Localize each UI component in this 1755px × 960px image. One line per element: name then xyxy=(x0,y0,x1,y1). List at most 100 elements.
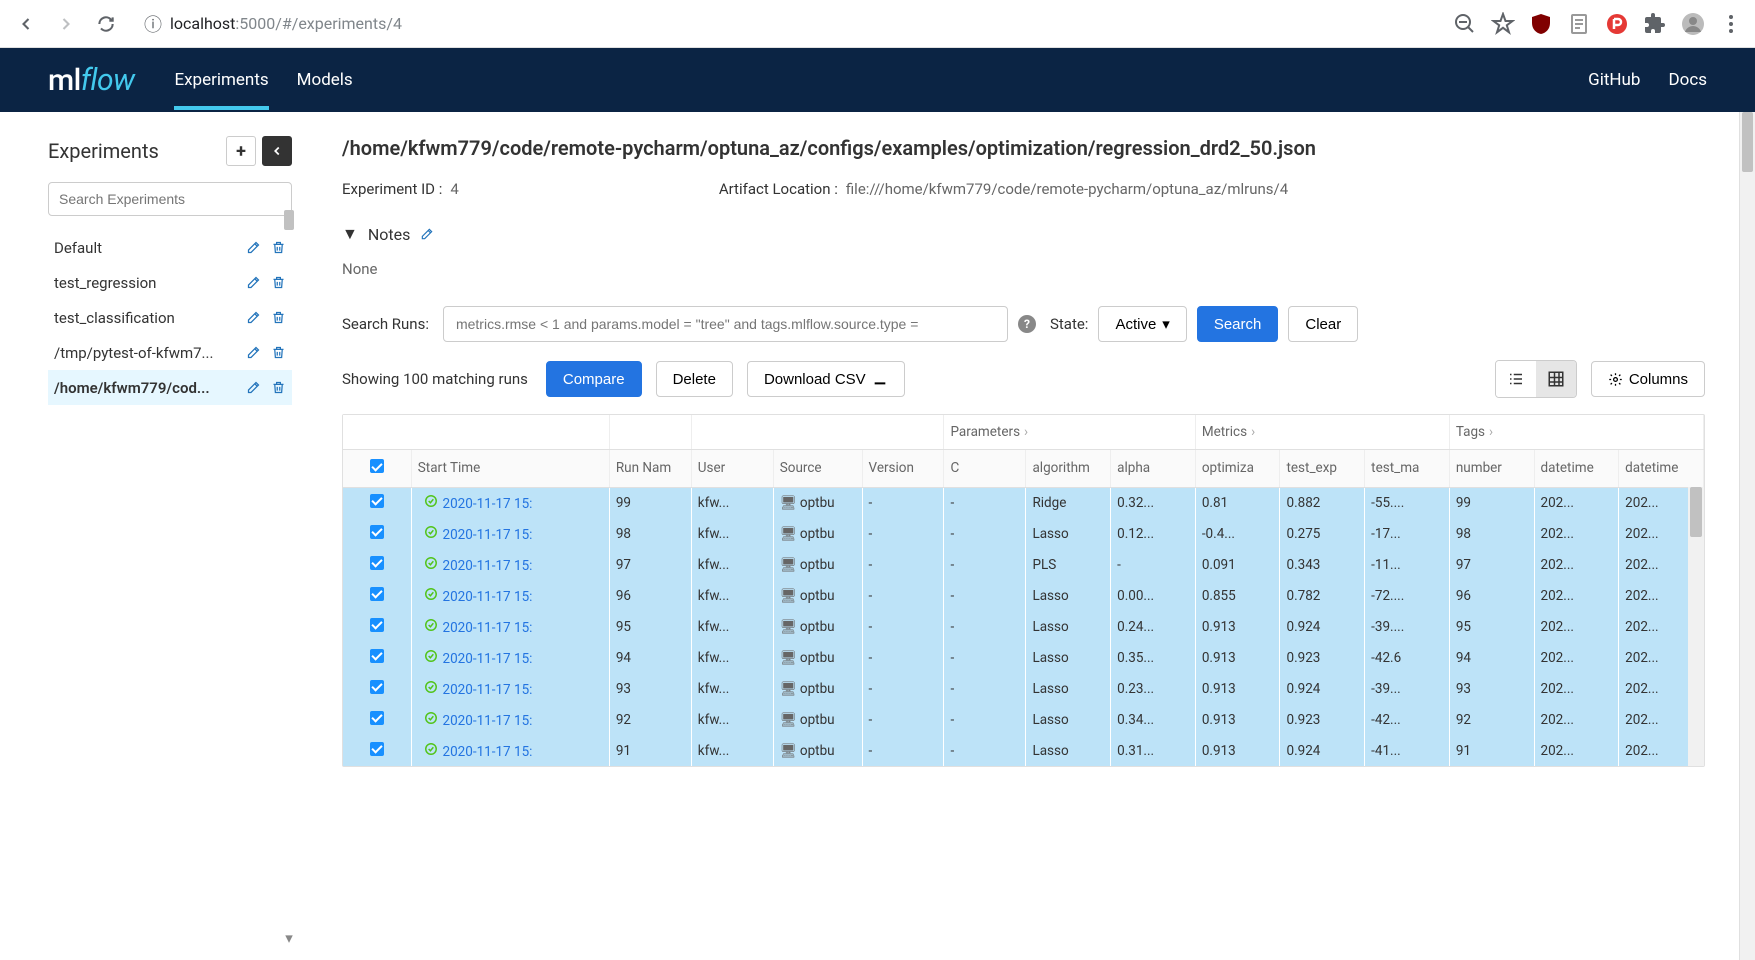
col-start[interactable]: Start Time xyxy=(411,449,609,487)
row-checkbox[interactable] xyxy=(343,518,411,549)
site-info-icon[interactable]: ⓘ xyxy=(144,11,162,37)
link-github[interactable]: GitHub xyxy=(1588,70,1640,90)
trash-icon[interactable] xyxy=(271,380,286,395)
cell-version: - xyxy=(862,704,944,735)
stop-icon[interactable] xyxy=(1605,12,1629,36)
list-view-button[interactable] xyxy=(1496,361,1536,397)
sidebar-scroll-down[interactable]: ▾ xyxy=(282,931,296,945)
table-scrollbar[interactable] xyxy=(1688,487,1704,766)
edit-icon[interactable] xyxy=(420,227,434,241)
row-checkbox[interactable] xyxy=(343,611,411,642)
col-test-max[interactable]: test_ma xyxy=(1365,449,1450,487)
select-all-checkbox[interactable] xyxy=(343,449,411,487)
col-datetime2[interactable]: datetime xyxy=(1619,449,1704,487)
experiment-item[interactable]: test_classification xyxy=(48,300,292,335)
row-checkbox[interactable] xyxy=(343,580,411,611)
edit-icon[interactable] xyxy=(246,380,261,395)
cell-start-time[interactable]: 2020-11-17 15: xyxy=(411,487,609,518)
table-row[interactable]: 2020-11-17 15: 96 kfw... 🖥optbu - - Lass… xyxy=(343,580,1704,611)
experiment-item[interactable]: Default xyxy=(48,230,292,265)
row-checkbox[interactable] xyxy=(343,549,411,580)
col-algorithm[interactable]: algorithm xyxy=(1026,449,1111,487)
cell-source: 🖥optbu xyxy=(773,673,862,704)
row-checkbox[interactable] xyxy=(343,704,411,735)
page-scrollbar[interactable] xyxy=(1739,112,1755,960)
edit-icon[interactable] xyxy=(246,240,261,255)
col-user[interactable]: User xyxy=(691,449,773,487)
reload-button[interactable] xyxy=(92,10,120,38)
cell-start-time[interactable]: 2020-11-17 15: xyxy=(411,518,609,549)
link-docs[interactable]: Docs xyxy=(1668,70,1707,90)
address-bar[interactable]: ⓘ localhost:5000/#/experiments/4 xyxy=(132,6,1441,42)
menu-icon[interactable] xyxy=(1719,12,1743,36)
edit-icon[interactable] xyxy=(246,275,261,290)
table-row[interactable]: 2020-11-17 15: 91 kfw... 🖥optbu - - Lass… xyxy=(343,735,1704,766)
search-experiments-input[interactable] xyxy=(48,182,292,216)
edit-icon[interactable] xyxy=(246,310,261,325)
column-group-metrics[interactable]: Metrics› xyxy=(1195,415,1449,449)
col-c[interactable]: C xyxy=(944,449,1026,487)
grid-view-button[interactable] xyxy=(1536,361,1576,397)
tab-models[interactable]: Models xyxy=(297,51,353,109)
document-icon[interactable] xyxy=(1567,12,1591,36)
cell-start-time[interactable]: 2020-11-17 15: xyxy=(411,611,609,642)
trash-icon[interactable] xyxy=(271,240,286,255)
row-checkbox[interactable] xyxy=(343,673,411,704)
compare-button[interactable]: Compare xyxy=(546,361,642,397)
back-button[interactable] xyxy=(12,10,40,38)
matching-runs-text: Showing 100 matching runs xyxy=(342,370,528,388)
col-version[interactable]: Version xyxy=(862,449,944,487)
table-row[interactable]: 2020-11-17 15: 93 kfw... 🖥optbu - - Lass… xyxy=(343,673,1704,704)
download-csv-button[interactable]: Download CSV xyxy=(747,361,905,397)
col-source[interactable]: Source xyxy=(773,449,862,487)
add-experiment-button[interactable]: + xyxy=(226,136,256,166)
edit-icon[interactable] xyxy=(246,345,261,360)
delete-button[interactable]: Delete xyxy=(656,361,733,397)
search-runs-input[interactable] xyxy=(443,306,1008,342)
cell-start-time[interactable]: 2020-11-17 15: xyxy=(411,642,609,673)
trash-icon[interactable] xyxy=(271,345,286,360)
row-checkbox[interactable] xyxy=(343,487,411,518)
trash-icon[interactable] xyxy=(271,275,286,290)
table-row[interactable]: 2020-11-17 15: 97 kfw... 🖥optbu - - PLS … xyxy=(343,549,1704,580)
experiment-item[interactable]: /tmp/pytest-of-kfwm7... xyxy=(48,335,292,370)
search-button[interactable]: Search xyxy=(1197,306,1279,342)
cell-start-time[interactable]: 2020-11-17 15: xyxy=(411,673,609,704)
forward-button[interactable] xyxy=(52,10,80,38)
sidebar-scrollbar[interactable] xyxy=(284,210,294,230)
collapse-sidebar-button[interactable] xyxy=(262,136,292,166)
tab-experiments[interactable]: Experiments xyxy=(174,51,268,109)
help-icon[interactable]: ? xyxy=(1018,315,1036,333)
experiment-item[interactable]: /home/kfwm779/cod... xyxy=(48,370,292,405)
column-group-params[interactable]: Parameters› xyxy=(944,415,1195,449)
experiment-item[interactable]: test_regression xyxy=(48,265,292,300)
cell-start-time[interactable]: 2020-11-17 15: xyxy=(411,735,609,766)
trash-icon[interactable] xyxy=(271,310,286,325)
state-dropdown[interactable]: Active ▾ xyxy=(1098,306,1186,342)
col-optimiz[interactable]: optimiza xyxy=(1195,449,1280,487)
table-row[interactable]: 2020-11-17 15: 99 kfw... 🖥optbu - - Ridg… xyxy=(343,487,1704,518)
col-alpha[interactable]: alpha xyxy=(1111,449,1196,487)
table-row[interactable]: 2020-11-17 15: 98 kfw... 🖥optbu - - Lass… xyxy=(343,518,1704,549)
table-row[interactable]: 2020-11-17 15: 92 kfw... 🖥optbu - - Lass… xyxy=(343,704,1704,735)
columns-button[interactable]: Columns xyxy=(1591,361,1705,397)
col-run[interactable]: Run Nam xyxy=(609,449,691,487)
column-group-tags[interactable]: Tags› xyxy=(1449,415,1703,449)
extensions-icon[interactable] xyxy=(1643,12,1667,36)
row-checkbox[interactable] xyxy=(343,735,411,766)
col-number[interactable]: number xyxy=(1449,449,1534,487)
cell-start-time[interactable]: 2020-11-17 15: xyxy=(411,580,609,611)
notes-toggle[interactable]: ▼ Notes xyxy=(342,224,1705,244)
ublock-icon[interactable] xyxy=(1529,12,1553,36)
col-test-exp[interactable]: test_exp xyxy=(1280,449,1365,487)
clear-button[interactable]: Clear xyxy=(1288,306,1358,342)
cell-start-time[interactable]: 2020-11-17 15: xyxy=(411,549,609,580)
table-row[interactable]: 2020-11-17 15: 94 kfw... 🖥optbu - - Lass… xyxy=(343,642,1704,673)
col-datetime1[interactable]: datetime xyxy=(1534,449,1619,487)
profile-icon[interactable] xyxy=(1681,12,1705,36)
table-row[interactable]: 2020-11-17 15: 95 kfw... 🖥optbu - - Lass… xyxy=(343,611,1704,642)
star-icon[interactable] xyxy=(1491,12,1515,36)
zoom-icon[interactable] xyxy=(1453,12,1477,36)
cell-start-time[interactable]: 2020-11-17 15: xyxy=(411,704,609,735)
row-checkbox[interactable] xyxy=(343,642,411,673)
